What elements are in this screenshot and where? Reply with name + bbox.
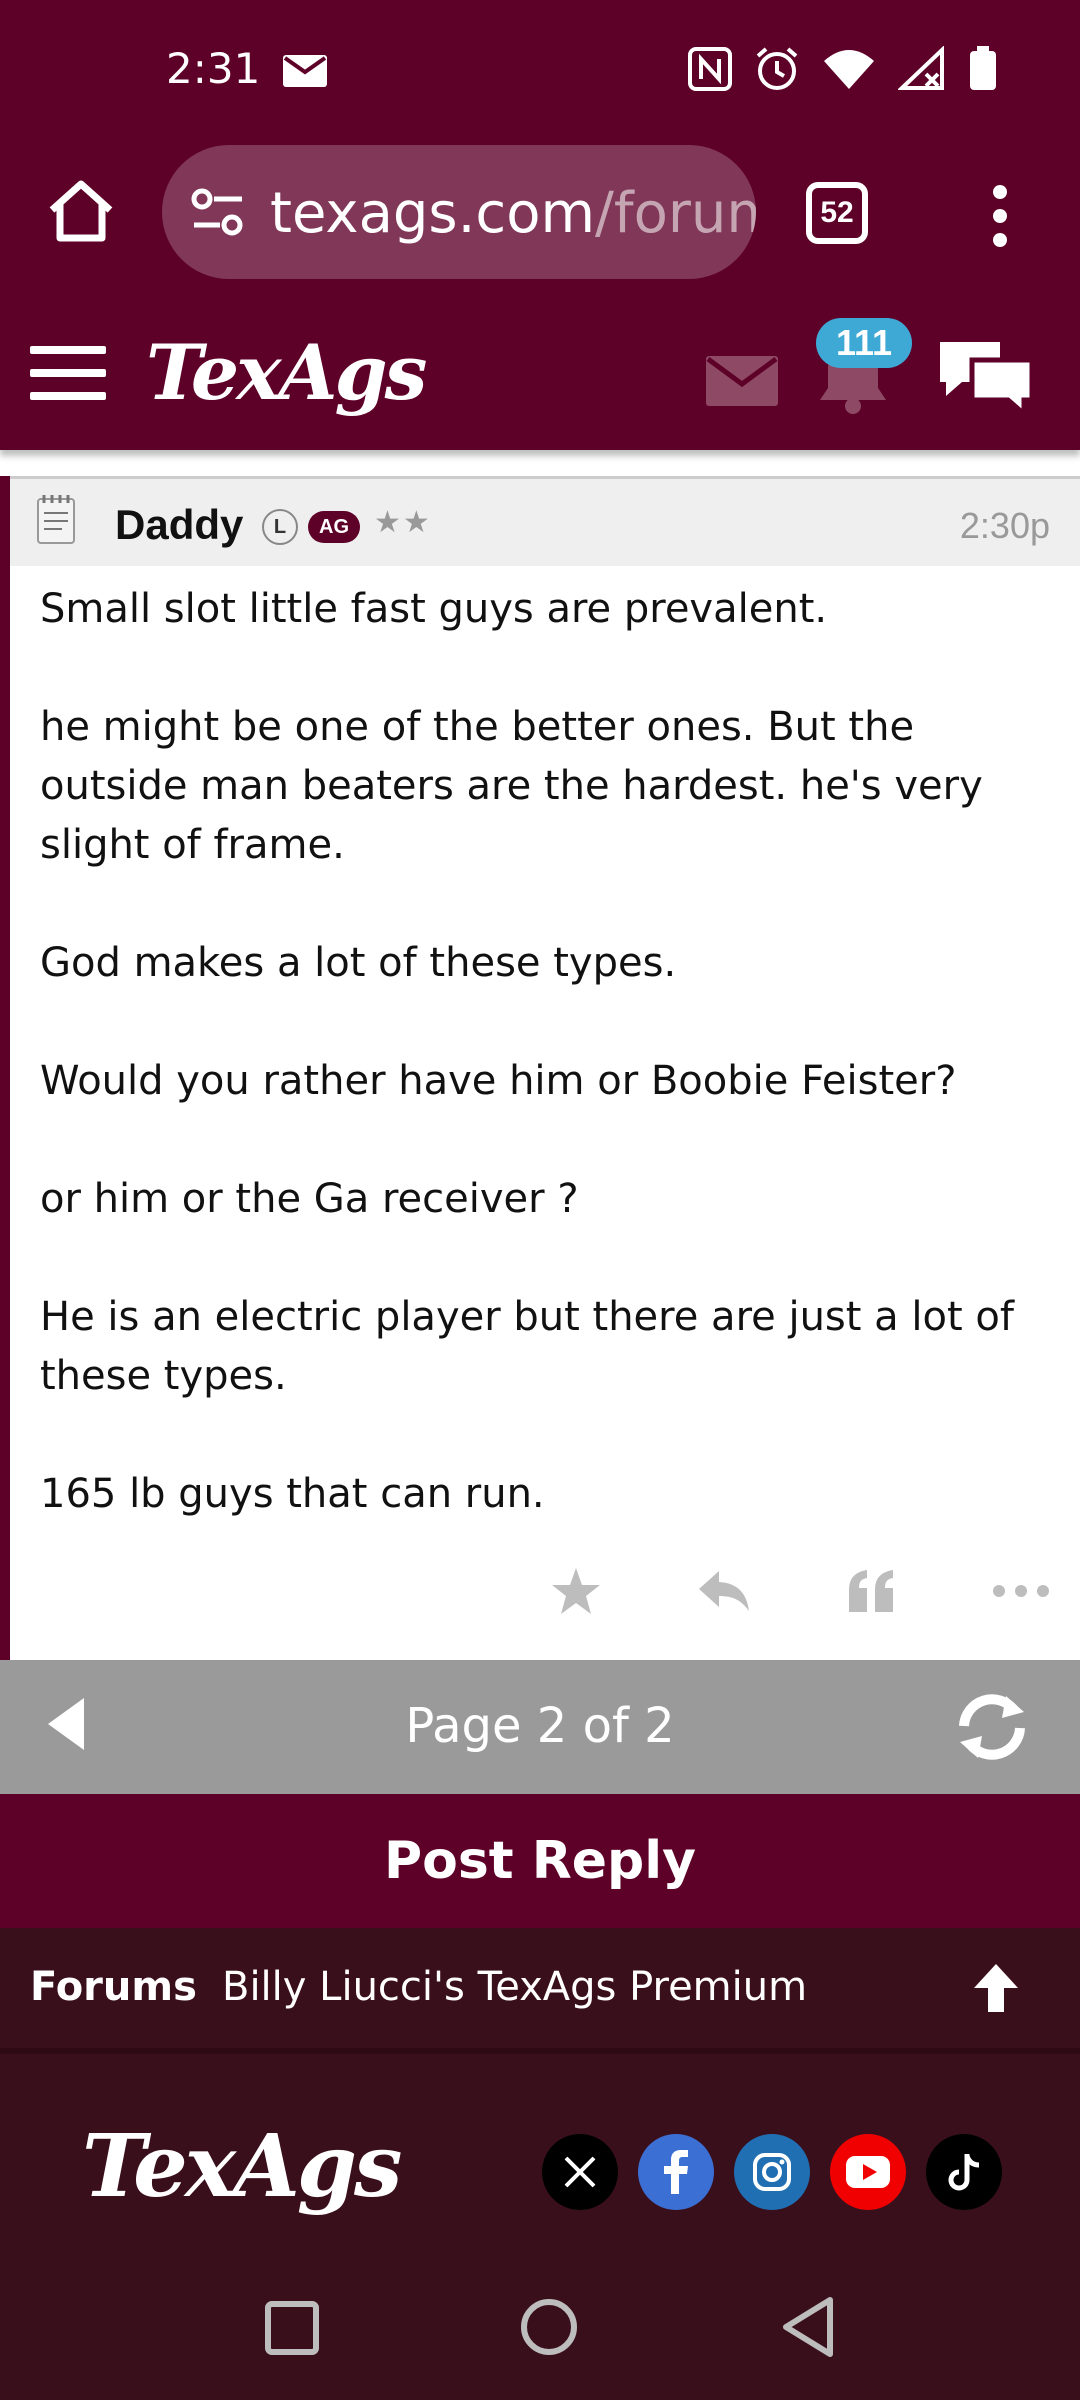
messages-button[interactable] — [706, 356, 778, 411]
scroll-to-top-icon[interactable] — [972, 1962, 1020, 2019]
more-horiz-icon[interactable] — [992, 1584, 1050, 1603]
breadcrumb-forums[interactable]: Forums — [30, 1964, 197, 2010]
status-time: 2:31 — [166, 44, 261, 93]
browser-menu-button[interactable] — [982, 184, 1018, 248]
site-header: TexAgs 111 — [0, 290, 1080, 450]
address-bar[interactable]: texags.com/forum — [162, 145, 756, 279]
facebook-icon[interactable] — [638, 2134, 714, 2210]
post-paragraph: Would you rather have him or Boobie Feis… — [40, 1058, 957, 1104]
social-links — [542, 2134, 1002, 2210]
star-icon[interactable] — [550, 1566, 602, 1621]
post-paragraph: he might be one of the better ones. But … — [40, 704, 983, 868]
alarm-icon — [754, 46, 800, 97]
forum-post: Daddy L AG ★★ 2:30p Small slot little fa… — [0, 476, 1080, 1660]
post-paragraph: Small slot little fast guys are prevalen… — [40, 586, 828, 632]
post-paragraph: He is an electric player but there are j… — [40, 1294, 1014, 1399]
home-button[interactable] — [46, 176, 116, 246]
more-vert-icon — [993, 185, 1007, 247]
recents-icon[interactable] — [264, 2300, 320, 2361]
refresh-icon[interactable] — [952, 1690, 1032, 1769]
post-time: 2:30p — [959, 505, 1050, 546]
hamburger-menu-icon[interactable] — [30, 346, 106, 400]
post-reply-button[interactable]: Post Reply — [0, 1794, 1080, 1928]
browser-toolbar: texags.com/forum 52 — [0, 140, 1080, 290]
post-header: Daddy L AG ★★ 2:30p — [10, 476, 1080, 566]
post-actions — [550, 1566, 1050, 1621]
post-body: Small slot little fast guys are prevalen… — [40, 580, 1060, 1583]
notification-count-badge: 111 — [816, 318, 912, 368]
notepad-icon — [36, 493, 76, 550]
breadcrumb: Forums Billy Liucci's TexAgs Premium — [0, 1928, 1080, 2048]
instagram-icon[interactable] — [734, 2134, 810, 2210]
site-settings-icon[interactable] — [190, 187, 246, 242]
youtube-icon[interactable] — [830, 2134, 906, 2210]
post-paragraph: or him or the Ga receiver ? — [40, 1176, 579, 1222]
post-author[interactable]: Daddy — [115, 501, 243, 549]
user-stars: ★★ — [374, 506, 432, 539]
post-paragraph: 165 lb guys that can run. — [40, 1471, 545, 1517]
status-icons — [688, 45, 998, 97]
url-text: texags.com/forum — [270, 181, 756, 246]
home-icon — [49, 180, 113, 242]
url-path: /forum — [595, 181, 756, 246]
back-icon[interactable] — [780, 2296, 836, 2363]
reply-icon[interactable] — [697, 1569, 751, 1618]
chat-bubbles-icon — [940, 342, 1035, 420]
quote-icon[interactable] — [847, 1568, 897, 1619]
nfc-icon — [688, 47, 732, 96]
tab-count: 52 — [820, 196, 854, 229]
tiktok-icon[interactable] — [926, 2134, 1002, 2210]
wifi-icon — [822, 47, 876, 96]
signal-icon — [896, 45, 946, 97]
breadcrumb-board[interactable]: Billy Liucci's TexAgs Premium — [222, 1964, 807, 2010]
android-nav-bar — [0, 2268, 1080, 2400]
pagination-bar: Page 2 of 2 — [0, 1660, 1080, 1794]
post-paragraph: God makes a lot of these types. — [40, 940, 677, 986]
x-twitter-icon[interactable] — [542, 2134, 618, 2210]
battery-icon — [968, 46, 998, 97]
site-logo[interactable]: TexAgs — [146, 328, 427, 417]
mail-icon — [706, 356, 778, 406]
tab-switcher-button[interactable]: 52 — [806, 182, 868, 244]
status-bar: 2:31 — [0, 0, 1080, 140]
email-notification-icon — [282, 54, 328, 93]
url-host: texags.com — [270, 181, 596, 246]
site-footer: TexAgs — [0, 2048, 1080, 2268]
ag-badge: AG — [308, 511, 360, 543]
footer-logo[interactable]: TexAgs — [82, 2116, 402, 2217]
page-indicator[interactable]: Page 2 of 2 — [0, 1698, 1080, 1754]
lifetime-badge: L — [262, 509, 298, 545]
chat-button[interactable] — [936, 338, 1036, 423]
home-nav-icon[interactable] — [520, 2298, 578, 2361]
